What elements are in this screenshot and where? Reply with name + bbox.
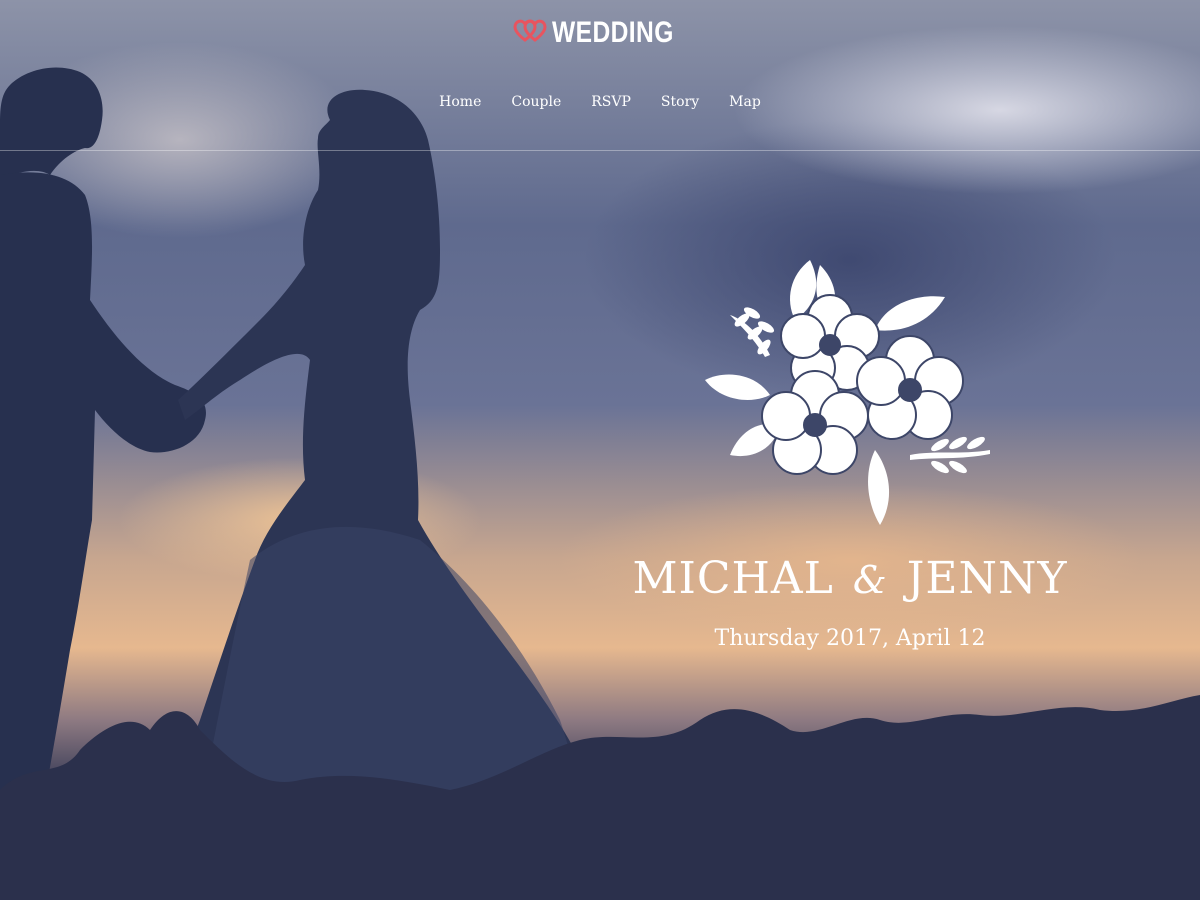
brand-logo[interactable]: WEDDING — [512, 16, 701, 50]
floral-ornament-icon — [705, 260, 990, 525]
nav-link-home[interactable]: Home — [424, 94, 496, 110]
nav-link-story[interactable]: Story — [646, 94, 714, 110]
first-name: MICHAL — [632, 553, 834, 604]
ampersand: & — [852, 558, 888, 602]
treeline-image — [0, 695, 1200, 900]
nav-link-couple[interactable]: Couple — [496, 94, 576, 110]
double-heart-icon — [513, 19, 547, 42]
main-nav: Home Couple RSVP Story Map — [0, 94, 1200, 110]
nav-link-map[interactable]: Map — [714, 94, 776, 110]
brand-name: WEDDING — [552, 16, 674, 49]
wedding-date: Thursday 2017, April 12 — [714, 626, 986, 651]
second-name: JENNY — [906, 553, 1068, 604]
nav-link-rsvp[interactable]: RSVP — [576, 94, 646, 110]
top-navbar: WEDDING Home Couple RSVP Story Map — [0, 0, 1200, 151]
couple-names-heading: MICHAL & JENNY — [600, 553, 1100, 604]
